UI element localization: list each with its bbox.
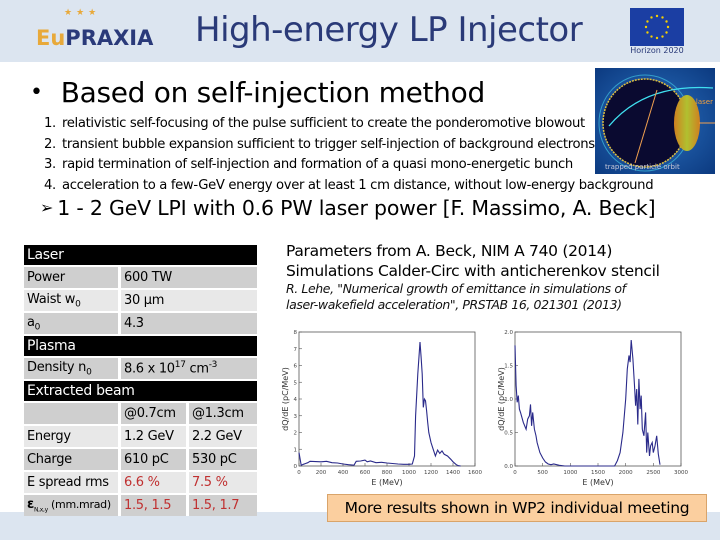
eu-star-icon — [644, 25, 648, 29]
eu-star-icon — [646, 31, 649, 34]
x-tick-label: 1400 — [446, 470, 460, 476]
list-item: 4. acceleration to a few-GeV energy over … — [44, 177, 654, 193]
eu-flag-icon — [630, 8, 684, 46]
table-row: εN,x,y (mm.mrad) 1.5, 1.5 1.5, 1.7 — [24, 495, 257, 516]
y-tick-label: 6 — [294, 364, 298, 370]
eupraxia-logo: ★★★ EuPRAXIA — [36, 8, 154, 56]
eu-star-icon — [655, 36, 659, 40]
eu-star-icon — [665, 20, 668, 23]
bubble-simulation-image: laser trapped particle orbit — [595, 68, 715, 174]
parameters-table: Laser Power 600 TW Waist w0 30 µm a0 4.3 Pl… — [24, 243, 257, 518]
funding-label: Horizon 2020 — [630, 46, 684, 55]
page-title: High-energy LP Injector — [195, 10, 583, 50]
x-axis-label: E (MeV) — [371, 478, 402, 487]
section-header-beam: Extracted beam — [24, 381, 257, 401]
x-axis-label: E (MeV) — [582, 478, 613, 487]
x-tick-label: 1000 — [563, 470, 577, 476]
references: Parameters from A. Beck, NIM A 740 (2014… — [286, 241, 660, 313]
sub-bullet: ➢ 1 - 2 GeV LPI with 0.6 PW laser power [… — [40, 196, 656, 220]
arrow-bullet-icon: ➢ — [40, 198, 54, 217]
eu-star-icon — [650, 16, 653, 19]
eu-star-icon — [661, 35, 664, 38]
x-tick-label: 0 — [513, 470, 517, 476]
x-tick-label: 2500 — [646, 470, 660, 476]
y-tick-label: 0.0 — [504, 464, 513, 470]
plot-frame — [298, 331, 476, 467]
y-tick-label: 7 — [294, 347, 298, 353]
table-row: a0 4.3 — [24, 313, 257, 334]
x-tick-label: 2000 — [619, 470, 633, 476]
y-tick-label: 0 — [294, 464, 298, 470]
bubble-caption: trapped particle orbit — [605, 163, 680, 171]
chart-svg: 0 200 400 600 800 1000 1200 1400 1600 0 1 2 3 4 5 6 7 8 E … — [281, 330, 482, 487]
table-row: E spread rms 6.6 % 7.5 % — [24, 472, 257, 493]
laser-label: laser — [695, 98, 713, 106]
x-tick-label: 3000 — [674, 470, 688, 476]
y-tick-label: 4 — [294, 397, 298, 403]
table-row: Energy 1.2 GeV 2.2 GeV — [24, 426, 257, 447]
chart-svg: 0 500 1000 1500 2000 2500 30000.00.51.01.52.0E… — [497, 330, 688, 487]
sub-bullet-text: 1 - 2 GeV LPI with 0.6 PW laser power [F… — [57, 196, 656, 220]
citation-line-1: R. Lehe, "Numerical growth of emittance … — [286, 281, 626, 296]
y-tick-label: 1 — [294, 447, 298, 453]
eu-stars-circle-icon — [644, 14, 670, 40]
y-tick-label: 3 — [294, 414, 298, 420]
reference-parameters: Parameters from A. Beck, NIM A 740 (2014… — [286, 242, 613, 260]
list-item: 2. transient bubble expansion sufficient … — [44, 136, 595, 152]
eu-star-icon — [646, 20, 649, 23]
note-box: More results shown in WP2 individual mee… — [327, 494, 707, 522]
x-tick-label: 1000 — [402, 470, 416, 476]
eu-star-icon — [655, 14, 659, 18]
x-tick-label: 600 — [360, 470, 371, 476]
x-tick-label: 1500 — [591, 470, 605, 476]
plot-frame — [514, 331, 682, 467]
x-tick-label: 1200 — [424, 470, 438, 476]
table-row: Density n0 8.6 x 1017 cm-3 — [24, 358, 257, 379]
x-tick-label: 500 — [537, 470, 548, 476]
list-item: 3. rapid termination of self-injection an… — [44, 157, 573, 172]
x-tick-label: 400 — [338, 470, 349, 476]
table-row: Waist w0 30 µm — [24, 290, 257, 311]
table-row: Charge 610 pC 530 pC — [24, 449, 257, 470]
reference-simulations: Simulations Calder-Circ with anticherenk… — [286, 262, 660, 280]
main-bullet: • Based on self-injection method — [30, 76, 485, 109]
eu-star-icon — [661, 16, 664, 19]
y-axis-label: dQ/dE (pC/MeV) — [281, 367, 290, 431]
numbered-list: 1. relativistic self-focusing of the puls… — [44, 114, 654, 196]
y-axis-label: dQ/dE (pC/MeV) — [497, 367, 506, 431]
y-tick-label: 5 — [294, 380, 298, 386]
table-header-row: @0.7cm @1.3cm — [24, 403, 257, 424]
x-tick-label: 800 — [382, 470, 393, 476]
logo-stars-icon: ★★★ — [64, 8, 101, 18]
energy-spectrum-chart-0p7cm: 0 200 400 600 800 1000 1200 1400 1600 0 1 2 3 4 5 6 7 8 E … — [281, 328, 483, 492]
x-tick-label: 1600 — [468, 470, 482, 476]
eu-star-icon — [665, 31, 668, 34]
y-tick-label: 2.0 — [504, 330, 513, 336]
eu-star-icon — [666, 25, 670, 29]
y-tick-label: 8 — [294, 330, 298, 336]
main-bullet-text: Based on self-injection method — [60, 76, 486, 109]
bubble-illustration — [595, 68, 715, 174]
x-tick-label: 0 — [297, 470, 301, 476]
eu-star-icon — [650, 35, 653, 38]
logo-praxia-text: PRAXIA — [65, 26, 154, 50]
y-tick-label: 2 — [294, 431, 298, 437]
x-tick-label: 200 — [316, 470, 327, 476]
section-header-plasma: Plasma — [24, 336, 257, 356]
list-item: 1. relativistic self-focusing of the puls… — [44, 116, 585, 131]
table-row: Power 600 TW — [24, 267, 257, 288]
citation-line-2: laser-wakefield acceleration", PRSTAB 16… — [286, 297, 622, 312]
energy-spectrum-chart-1p3cm: 0 500 1000 1500 2000 2500 3000 0.0 0.5 1.0 1.5 2.0 E… — [495, 328, 695, 492]
logo-eu-text: Eu — [36, 26, 66, 50]
section-header-laser: Laser — [24, 245, 257, 265]
bullet-icon: • — [30, 80, 43, 105]
